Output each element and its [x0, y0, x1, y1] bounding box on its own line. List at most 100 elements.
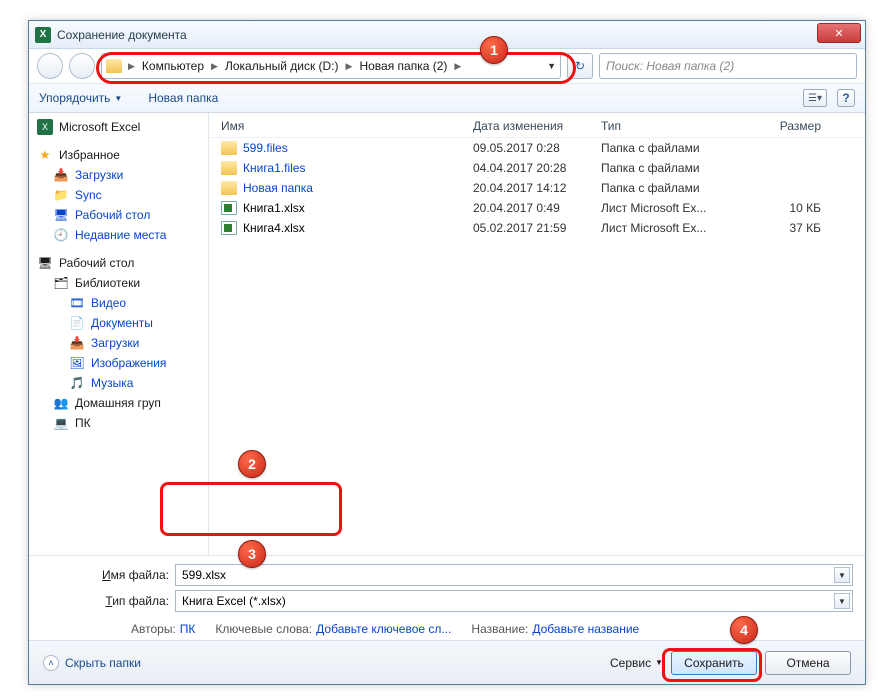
- file-size: 10 КБ: [741, 201, 821, 215]
- sidebar-item-videos[interactable]: 🎞Видео: [35, 293, 208, 313]
- column-size[interactable]: Размер: [741, 119, 821, 133]
- pc-icon: 💻: [53, 415, 69, 431]
- annotation-badge-2: 2: [238, 450, 266, 478]
- filetype-label: Тип файла:: [41, 594, 175, 608]
- folder-icon: [106, 59, 122, 73]
- file-size: 37 КБ: [741, 221, 821, 235]
- back-button[interactable]: [37, 53, 63, 79]
- file-name: 599.files: [243, 141, 473, 155]
- sidebar-item-recent[interactable]: 🕘Недавние места: [35, 225, 208, 245]
- chevron-up-icon: ˄: [43, 655, 59, 671]
- view-mode-button[interactable]: ☰▾: [803, 89, 827, 107]
- file-date: 09.05.2017 0:28: [473, 141, 601, 155]
- music-icon: 🎵: [69, 375, 85, 391]
- save-dialog-window: X Сохранение документа ✕ ▶ Компьютер ▶ Л…: [28, 20, 866, 685]
- sidebar-favorites-header[interactable]: ★Избранное: [35, 145, 208, 165]
- file-row[interactable]: Книга1.files04.04.2017 20:28Папка с файл…: [209, 158, 865, 178]
- file-type: Лист Microsoft Ex...: [601, 201, 741, 215]
- breadcrumb-seg-drive[interactable]: Локальный диск (D:): [222, 59, 342, 73]
- save-button[interactable]: Сохранить: [671, 651, 757, 675]
- authors-label: Авторы:: [131, 622, 176, 636]
- search-placeholder: Поиск: Новая папка (2): [606, 59, 734, 73]
- file-date: 20.04.2017 14:12: [473, 181, 601, 195]
- sync-icon: 📁: [53, 187, 69, 203]
- downloads-icon: 📥: [53, 167, 69, 183]
- titlebar: X Сохранение документа ✕: [29, 21, 865, 49]
- authors-value[interactable]: ПК: [180, 622, 196, 636]
- file-row[interactable]: Книга1.xlsx20.04.2017 0:49Лист Microsoft…: [209, 198, 865, 218]
- filetype-value: Книга Excel (*.xlsx): [182, 594, 286, 608]
- sidebar-item-downloads[interactable]: 📥Загрузки: [35, 165, 208, 185]
- hide-folders-button[interactable]: ˄ Скрыть папки: [43, 655, 141, 671]
- folder-icon: [221, 181, 237, 195]
- footer: ˄ Скрыть папки Сервис▼ Сохранить Отмена: [29, 640, 865, 684]
- document-icon: 📄: [69, 315, 85, 331]
- sidebar-item-desktop[interactable]: 🖥Рабочий стол: [35, 253, 208, 273]
- xlsx-icon: [221, 201, 237, 215]
- excel-app-icon: X: [35, 27, 51, 43]
- file-list-header: Имя Дата изменения Тип Размер: [209, 113, 865, 138]
- excel-icon: X: [37, 119, 53, 135]
- sidebar-item-music[interactable]: 🎵Музыка: [35, 373, 208, 393]
- desktop-icon: 🖥: [53, 207, 69, 223]
- file-type: Папка с файлами: [601, 181, 741, 195]
- file-row[interactable]: 599.files09.05.2017 0:28Папка с файлами: [209, 138, 865, 158]
- keywords-value[interactable]: Добавьте ключевое сл...: [316, 622, 451, 636]
- keywords-label: Ключевые слова:: [215, 622, 312, 636]
- file-type: Лист Microsoft Ex...: [601, 221, 741, 235]
- sidebar-item-homegroup[interactable]: 👥Домашняя груп: [35, 393, 208, 413]
- dialog-body: XMicrosoft Excel ★Избранное 📥Загрузки 📁S…: [29, 113, 865, 555]
- sidebar-item-documents[interactable]: 📄Документы: [35, 313, 208, 333]
- file-name: Книга1.files: [243, 161, 473, 175]
- sidebar-item-pictures[interactable]: 🖼Изображения: [35, 353, 208, 373]
- file-date: 04.04.2017 20:28: [473, 161, 601, 175]
- address-dropdown-icon[interactable]: ▼: [547, 61, 556, 71]
- library-icon: 🗂: [53, 275, 69, 291]
- annotation-badge-3: 3: [238, 540, 266, 568]
- help-button[interactable]: ?: [837, 89, 855, 107]
- column-name[interactable]: Имя: [221, 119, 473, 133]
- sidebar-item-pc[interactable]: 💻ПК: [35, 413, 208, 433]
- video-icon: 🎞: [69, 295, 85, 311]
- title-value[interactable]: Добавьте название: [532, 622, 639, 636]
- sidebar-item-desktop-fav[interactable]: 🖥Рабочий стол: [35, 205, 208, 225]
- file-date: 20.04.2017 0:49: [473, 201, 601, 215]
- sidebar-item-excel[interactable]: XMicrosoft Excel: [35, 117, 208, 137]
- filename-input[interactable]: 599.xlsx ▼: [175, 564, 853, 586]
- sidebar-item-sync[interactable]: 📁Sync: [35, 185, 208, 205]
- forward-button[interactable]: [69, 53, 95, 79]
- file-row[interactable]: Новая папка20.04.2017 14:12Папка с файла…: [209, 178, 865, 198]
- chevron-right-icon[interactable]: ▶: [344, 61, 355, 72]
- column-date[interactable]: Дата изменения: [473, 119, 601, 133]
- breadcrumb-seg-computer[interactable]: Компьютер: [139, 59, 207, 73]
- chevron-right-icon[interactable]: ▶: [452, 61, 463, 72]
- filetype-select[interactable]: Книга Excel (*.xlsx) ▼: [175, 590, 853, 612]
- search-input[interactable]: Поиск: Новая папка (2): [599, 53, 857, 79]
- sidebar: XMicrosoft Excel ★Избранное 📥Загрузки 📁S…: [29, 113, 209, 555]
- file-row[interactable]: Книга4.xlsx05.02.2017 21:59Лист Microsof…: [209, 218, 865, 238]
- xlsx-icon: [221, 221, 237, 235]
- folder-icon: [221, 161, 237, 175]
- file-type: Папка с файлами: [601, 141, 741, 155]
- annotation-badge-4: 4: [730, 616, 758, 644]
- picture-icon: 🖼: [69, 355, 85, 371]
- dropdown-icon[interactable]: ▼: [834, 593, 850, 609]
- refresh-button[interactable]: ↻: [567, 53, 593, 79]
- file-type: Папка с файлами: [601, 161, 741, 175]
- new-folder-button[interactable]: Новая папка: [148, 91, 218, 105]
- filename-label: Имя файла:: [41, 568, 175, 582]
- organize-button[interactable]: Упорядочить▼: [39, 91, 122, 105]
- homegroup-icon: 👥: [53, 395, 69, 411]
- tools-menu[interactable]: Сервис▼: [610, 656, 663, 670]
- close-button[interactable]: ✕: [817, 23, 861, 43]
- chevron-right-icon[interactable]: ▶: [209, 61, 220, 72]
- sidebar-item-downloads-lib[interactable]: 📥Загрузки: [35, 333, 208, 353]
- sidebar-libraries-header[interactable]: 🗂Библиотеки: [35, 273, 208, 293]
- cancel-button[interactable]: Отмена: [765, 651, 851, 675]
- chevron-right-icon[interactable]: ▶: [126, 61, 137, 72]
- breadcrumb-seg-folder[interactable]: Новая папка (2): [356, 59, 450, 73]
- dropdown-icon[interactable]: ▼: [834, 567, 850, 583]
- column-type[interactable]: Тип: [601, 119, 741, 133]
- toolbar: Упорядочить▼ Новая папка ☰▾ ?: [29, 83, 865, 113]
- file-name: Книга4.xlsx: [243, 221, 473, 235]
